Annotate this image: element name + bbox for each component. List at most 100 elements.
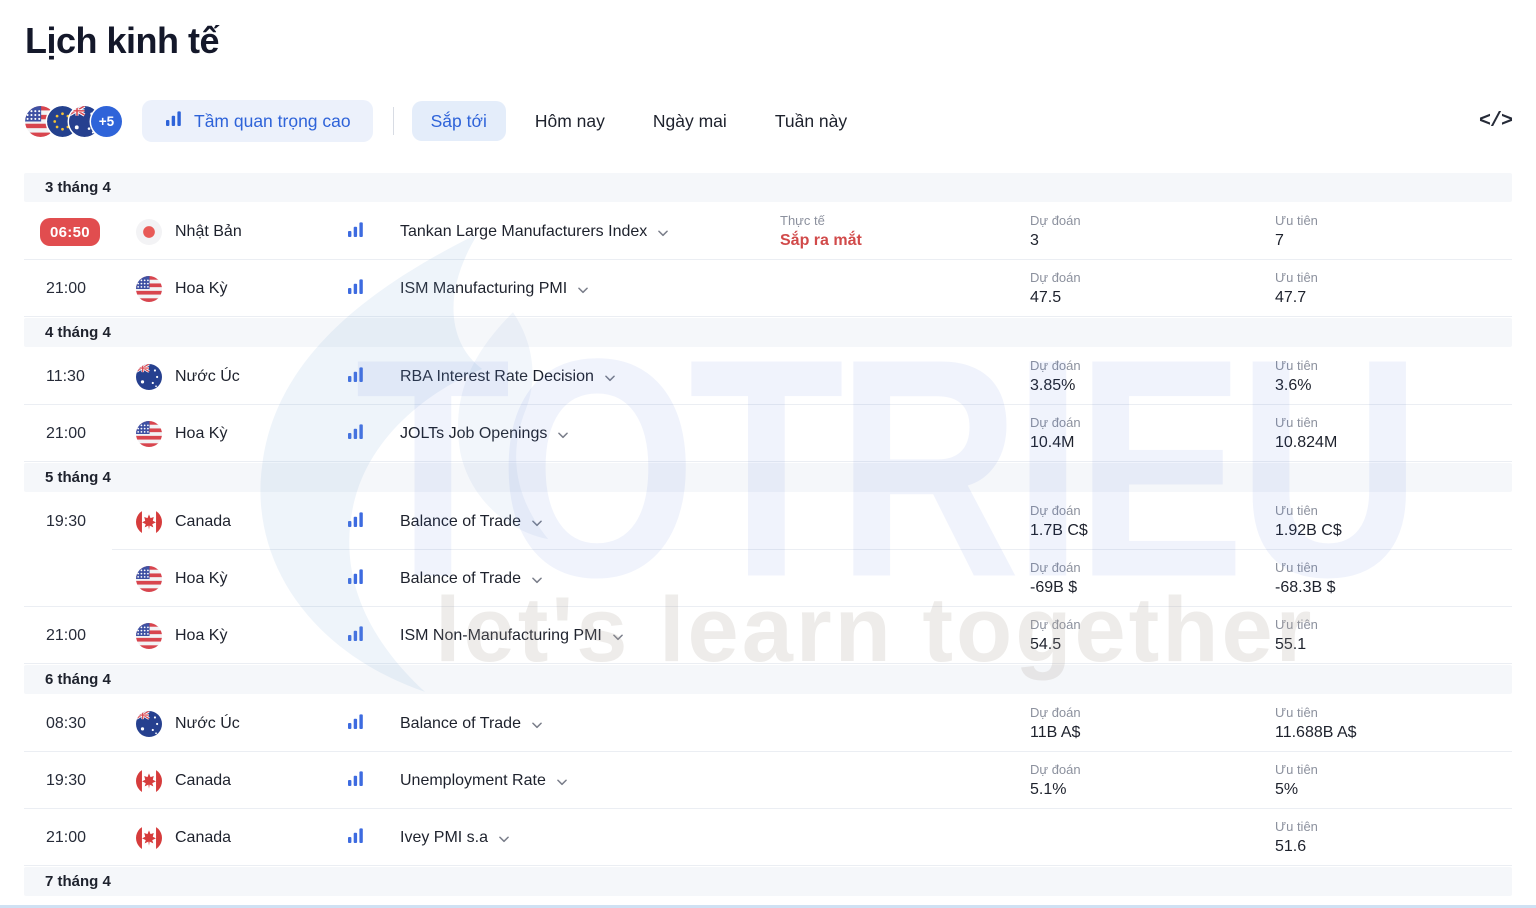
event-name-button[interactable]: ISM Non-Manufacturing PMI: [400, 627, 780, 645]
country-cell: Nhật Bản: [136, 219, 346, 245]
event-name-button[interactable]: Ivey PMI s.a: [400, 829, 780, 847]
chevron-down-icon: [530, 573, 544, 587]
previous-value: 11.688B A$: [1275, 724, 1512, 742]
forecast-value: 3.85%: [1030, 377, 1275, 395]
event-time: 19:30: [24, 513, 136, 531]
previous-value: 51.6: [1275, 838, 1512, 856]
importance-bars-icon: [346, 510, 400, 534]
tab-today[interactable]: Hôm nay: [516, 101, 624, 141]
previous-label: Ưu tiên: [1275, 819, 1512, 834]
forecast-label: Dự đoán: [1030, 415, 1275, 430]
importance-bars-icon: [346, 365, 400, 389]
event-time: 11:30: [24, 368, 136, 386]
country-cell: Nước Úc: [136, 364, 346, 390]
event-row[interactable]: 11:30Nước ÚcRBA Interest Rate DecisionDự…: [24, 348, 1512, 405]
previous-label: Ưu tiên: [1275, 358, 1512, 373]
toolbar-divider: [393, 107, 394, 135]
forecast-cell: Dự đoán 10.4M: [1030, 415, 1275, 452]
country-name: Nước Úc: [175, 368, 240, 386]
country-name: Canada: [175, 513, 231, 531]
event-row[interactable]: 21:00Hoa KỳJOLTs Job OpeningsDự đoán10.4…: [24, 405, 1512, 462]
forecast-value: 11B A$: [1030, 724, 1275, 742]
forecast-label: Dự đoán: [1030, 213, 1275, 228]
event-name-button[interactable]: Unemployment Rate: [400, 772, 780, 790]
tab-upcoming[interactable]: Sắp tới: [412, 101, 506, 141]
event-row[interactable]: 06:50Nhật BảnTankan Large Manufacturers …: [24, 203, 1512, 260]
importance-filter-button[interactable]: Tầm quan trọng cao: [142, 100, 373, 142]
country-name: Hoa Kỳ: [175, 280, 227, 298]
forecast-value: 10.4M: [1030, 434, 1275, 452]
event-name-button[interactable]: Tankan Large Manufacturers Index: [400, 223, 780, 241]
event-time: 21:00: [24, 627, 136, 645]
flags-more-badge[interactable]: +5: [91, 106, 122, 137]
country-filter-flags[interactable]: +5: [25, 106, 122, 137]
forecast-value: 54.5: [1030, 636, 1275, 654]
country-flag-canada-icon: [136, 825, 162, 851]
country-name: Hoa Kỳ: [175, 627, 227, 645]
chevron-down-icon: [530, 718, 544, 732]
forecast-label: Dự đoán: [1030, 270, 1275, 285]
previous-label: Ưu tiên: [1275, 617, 1512, 632]
previous-label: Ưu tiên: [1275, 762, 1512, 777]
previous-value: 3.6%: [1275, 377, 1512, 395]
embed-code-icon[interactable]: </>: [1479, 110, 1512, 133]
previous-cell: Ưu tiên 7: [1275, 213, 1512, 250]
country-cell: Nước Úc: [136, 711, 346, 737]
chevron-down-icon: [555, 775, 569, 789]
event-time: 19:30: [24, 772, 136, 790]
importance-bars-icon: [346, 567, 400, 591]
tab-tomorrow[interactable]: Ngày mai: [634, 101, 746, 141]
chevron-down-icon: [530, 516, 544, 530]
tab-this-week[interactable]: Tuần này: [756, 101, 866, 141]
event-row[interactable]: 21:00 Hoa Kỳ ISM Non-Manufacturing PMI Dự đ…: [24, 607, 1512, 664]
country-cell: Hoa Kỳ: [136, 623, 346, 649]
country-flag-australia-icon: [136, 711, 162, 737]
forecast-label: Dự đoán: [1030, 705, 1275, 720]
event-name-button[interactable]: ISM Manufacturing PMI: [400, 280, 780, 298]
previous-cell: Ưu tiên-68.3B $: [1275, 560, 1512, 597]
date-section-header: 6 tháng 4: [24, 665, 1512, 694]
event-row[interactable]: 21:00Hoa KỳISM Manufacturing PMIDự đoán4…: [24, 260, 1512, 317]
economic-calendar-table: 3 tháng 406:50Nhật BảnTankan Large Manuf…: [24, 172, 1512, 897]
importance-bars-icon: [346, 826, 400, 850]
importance-filter-label: Tầm quan trọng cao: [194, 111, 351, 132]
forecast-label: Dự đoán: [1030, 617, 1275, 632]
previous-value: 47.7: [1275, 289, 1512, 307]
country-name: Hoa Kỳ: [175, 570, 227, 588]
chevron-down-icon: [603, 371, 617, 385]
event-row[interactable]: 19:30CanadaUnemployment RateDự đoán5.1%Ư…: [24, 752, 1512, 809]
previous-label: Ưu tiên: [1275, 415, 1512, 430]
event-name-button[interactable]: Balance of Trade: [400, 513, 780, 531]
country-flag-us-icon: [136, 623, 162, 649]
importance-bars-icon: [346, 277, 400, 301]
event-name-button[interactable]: Balance of Trade: [400, 570, 780, 588]
event-row[interactable]: 08:30Nước Úc Balance of Trade Dự đoán 11B A…: [24, 695, 1512, 752]
event-row[interactable]: 19:30CanadaBalance of TradeDự đoán1.7B C…: [24, 493, 1512, 550]
previous-cell: Ưu tiên5%: [1275, 762, 1512, 799]
country-cell: Canada: [136, 768, 346, 794]
event-name: Balance of Trade: [400, 570, 521, 588]
previous-cell: Ưu tiên10.824M: [1275, 415, 1512, 452]
chevron-down-icon: [576, 283, 590, 297]
event-row[interactable]: 21:00CanadaIvey PMI s.aƯu tiên51.6: [24, 809, 1512, 866]
event-name-button[interactable]: JOLTs Job Openings: [400, 425, 780, 443]
country-flag-japan-icon: [136, 219, 162, 245]
previous-cell: Ưu tiên 55.1: [1275, 617, 1512, 654]
previous-cell: Ưu tiên1.92B C$: [1275, 503, 1512, 540]
previous-label: Ưu tiên: [1275, 503, 1512, 518]
previous-value: 55.1: [1275, 636, 1512, 654]
country-cell: Hoa Kỳ: [136, 421, 346, 447]
importance-bars-icon: [346, 769, 400, 793]
event-name-button[interactable]: RBA Interest Rate Decision: [400, 368, 780, 386]
event-name-button[interactable]: Balance of Trade: [400, 715, 780, 733]
event-name: Balance of Trade: [400, 513, 521, 531]
forecast-cell: Dự đoán47.5: [1030, 270, 1275, 307]
previous-label: Ưu tiên: [1275, 213, 1512, 228]
importance-bars-icon: [346, 220, 400, 244]
country-name: Canada: [175, 829, 231, 847]
event-time: 08:30: [24, 715, 136, 733]
previous-label: Ưu tiên: [1275, 705, 1512, 720]
event-row[interactable]: Hoa KỳBalance of TradeDự đoán-69B $Ưu ti…: [24, 550, 1512, 607]
previous-value: 7: [1275, 232, 1512, 250]
importance-bars-icon: [346, 422, 400, 446]
